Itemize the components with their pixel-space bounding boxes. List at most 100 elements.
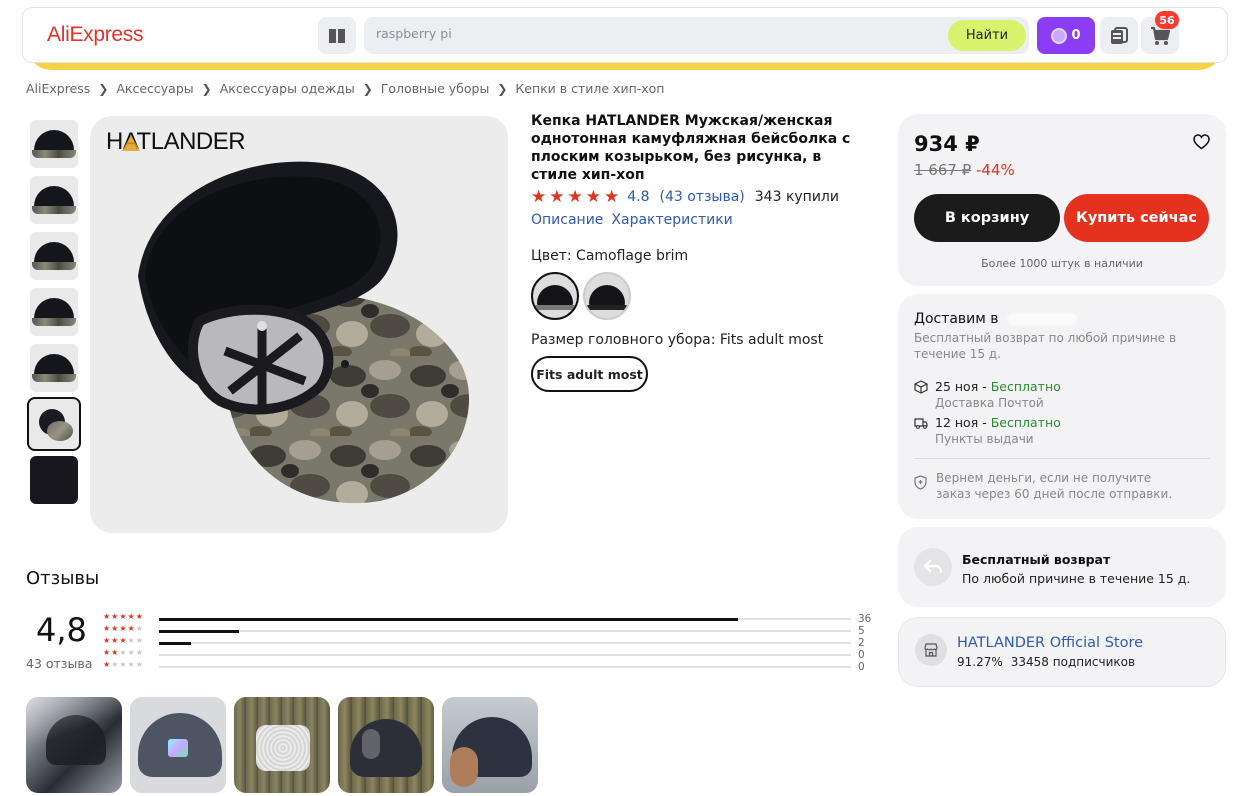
star-icon: ★ [119, 612, 128, 621]
rating-bar-count: 0 [858, 661, 865, 673]
cap-thumbnail [534, 285, 576, 310]
rating-bar-track [159, 641, 851, 645]
return-note: Бесплатный возврат по любой причине в те… [914, 331, 1177, 361]
orders-icon [1111, 26, 1128, 44]
star-icon: ★ [531, 187, 547, 207]
reviews-link[interactable]: (43 отзыва) [660, 189, 745, 205]
star-icon: ★ [103, 612, 112, 621]
orders-button[interactable] [1100, 17, 1138, 54]
thumbnail-selected[interactable] [27, 397, 81, 451]
color-swatch-camo[interactable] [531, 272, 579, 320]
review-photo[interactable] [338, 697, 434, 793]
star-icon: ★ [119, 660, 128, 669]
deliver-to-label: Доставим в [914, 311, 999, 327]
star-icon: ★ [127, 660, 136, 669]
thumbnail[interactable] [30, 232, 78, 280]
search-button[interactable]: Найти [948, 20, 1026, 51]
store-icon [915, 634, 947, 666]
aliexpress-logo[interactable]: AliExpress [47, 23, 144, 47]
review-photo[interactable] [130, 697, 226, 793]
rating-bar-fill [159, 629, 240, 633]
truck-icon [914, 418, 928, 429]
rating-bar-fill [159, 641, 192, 645]
store-name-link[interactable]: HATLANDER Official Store [957, 635, 1143, 651]
rating-bar-track [159, 666, 851, 668]
thumbnail[interactable] [30, 120, 78, 168]
size-option[interactable]: Fits adult most [531, 356, 648, 392]
discount-badge: -44% [976, 161, 1015, 179]
rating-distribution-row: ★★★★★ 0 [103, 648, 883, 661]
heart-icon [1193, 134, 1210, 150]
rating-distribution-row: ★★★★★ 36 [103, 612, 883, 625]
review-photo[interactable] [234, 697, 330, 793]
breadcrumb-item[interactable]: Аксессуары одежды [220, 81, 355, 96]
thumbnail[interactable] [30, 176, 78, 224]
thumbnail[interactable] [30, 288, 78, 336]
guarantee-text: Вернем деньги, если не получите заказ че… [936, 471, 1173, 501]
store-rating: 91.27% [957, 655, 1003, 669]
rating-bar-count: 5 [858, 625, 865, 637]
thumbnail[interactable] [30, 344, 78, 392]
search-input[interactable] [376, 26, 936, 41]
free-return-subtitle: По любой причине в течение 15 д. [962, 571, 1191, 586]
star-icon: ★ [119, 636, 128, 645]
tab-specifications[interactable]: Характеристики [611, 212, 732, 228]
free-return-card[interactable]: Бесплатный возврат По любой причине в те… [898, 527, 1226, 607]
breadcrumb: AliExpress ❯ Аксессуары ❯ Аксессуары оде… [26, 81, 664, 96]
rating-distribution-row: ★★★★★ 0 [103, 660, 883, 673]
star-icon: ★ [119, 624, 128, 633]
shipping-date: 25 ноя - Бесплатно [935, 379, 1061, 394]
star-icon: ★ [135, 636, 144, 645]
shipping-option[interactable]: 25 ноя - Бесплатно Доставка Почтой [914, 379, 1061, 410]
top-header: AliExpress Найти 0 [22, 7, 1228, 63]
coins-button[interactable]: 0 [1037, 17, 1095, 54]
rating-bar-track [159, 629, 851, 633]
buy-now-button[interactable]: Купить сейчас [1064, 194, 1209, 242]
rating-distribution: ★★★★★ 36 ★★★★★ 5 ★★★★★ 2 ★★★★★ 0 ★★★★★ 0 [103, 612, 883, 673]
add-to-cart-button[interactable]: В корзину [914, 194, 1060, 242]
rating-bar-count: 2 [858, 637, 865, 649]
thumbnail[interactable] [30, 456, 78, 504]
product-main-image[interactable]: HATLANDER [90, 116, 508, 533]
star-icon: ★ [119, 648, 128, 657]
shipping-method: Доставка Почтой [935, 396, 1044, 410]
delivery-location[interactable]: Доставим в [914, 311, 1077, 327]
star-icon: ★ [127, 636, 136, 645]
stock-status: Более 1000 штук в наличии [981, 257, 1143, 270]
catalog-button[interactable] [318, 17, 356, 54]
favorite-button[interactable] [1193, 134, 1210, 154]
rating-bar-track [159, 617, 851, 621]
color-swatch-black[interactable] [583, 272, 631, 320]
review-photos [26, 697, 538, 793]
store-card[interactable]: HATLANDER Official Store 91.27% 33458 под… [898, 617, 1226, 687]
breadcrumb-item[interactable]: Кепки в стиле хип-хоп [515, 81, 664, 96]
return-icon [914, 548, 952, 586]
box-icon [914, 380, 928, 394]
row-stars: ★★★★★ [103, 648, 144, 657]
chevron-right-icon: ❯ [201, 81, 212, 96]
star-icon: ★ [549, 187, 565, 207]
tab-description[interactable]: Описание [531, 212, 603, 228]
cap-thumbnail [586, 285, 628, 310]
chevron-right-icon: ❯ [362, 81, 373, 96]
shipping-date: 12 ноя - Бесплатно [935, 415, 1061, 430]
location-hidden [1007, 313, 1077, 325]
rating-row: ★ ★ ★ ★ ★ 4.8 (43 отзыва) 343 купили [531, 188, 839, 206]
breadcrumb-item[interactable]: AliExpress [26, 81, 90, 96]
shipping-option[interactable]: 12 ноя - Бесплатно Пункты выдачи [914, 415, 1061, 446]
review-photo[interactable] [442, 697, 538, 793]
rating-bar-fill [159, 617, 739, 621]
star-icon: ★ [103, 660, 112, 669]
star-icon: ★ [127, 612, 136, 621]
cart-count-badge: 56 [1155, 11, 1179, 29]
old-price: 1 667 ₽ [914, 161, 972, 179]
store-followers: 33458 подписчиков [1010, 655, 1136, 669]
rating-value[interactable]: 4.8 [627, 189, 649, 205]
breadcrumb-item[interactable]: Головные уборы [381, 81, 490, 96]
logo-triangle-icon [122, 135, 140, 151]
star-icon: ★ [604, 187, 620, 207]
star-icon: ★ [135, 612, 144, 621]
free-return-title: Бесплатный возврат [962, 552, 1111, 567]
breadcrumb-item[interactable]: Аксессуары [116, 81, 193, 96]
review-photo[interactable] [26, 697, 122, 793]
